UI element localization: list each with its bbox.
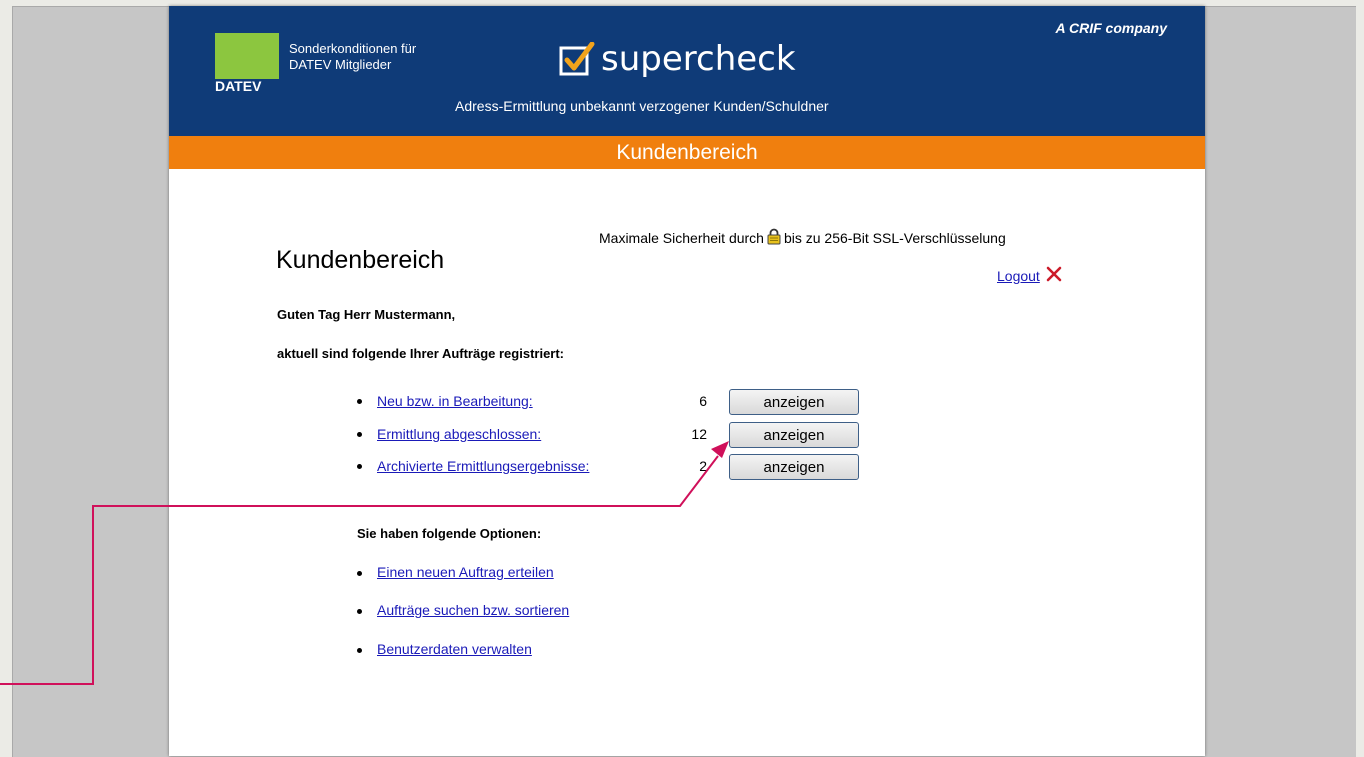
- callout-line: [0, 455, 719, 685]
- annotation-callout: [0, 441, 729, 685]
- callout-arrowhead: [711, 441, 729, 458]
